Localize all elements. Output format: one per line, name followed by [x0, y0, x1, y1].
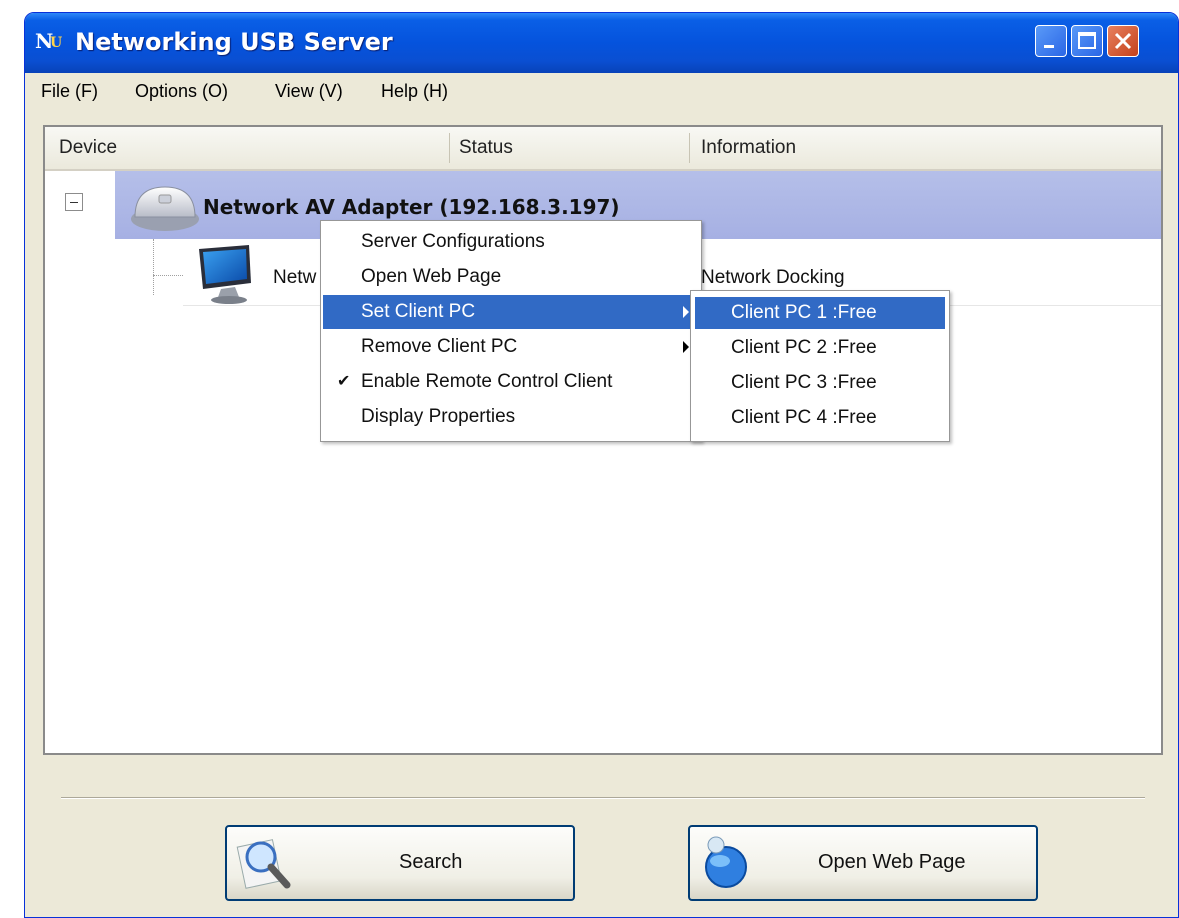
title-bar[interactable]: N U Networking USB Server — [25, 13, 1178, 73]
submenu-arrow-icon — [683, 306, 689, 318]
search-icon — [236, 839, 291, 889]
minimize-button[interactable] — [1035, 25, 1067, 57]
menu-item-remove-client-pc[interactable]: Remove Client PC — [323, 330, 699, 364]
search-button-label: Search — [399, 851, 463, 873]
adapter-label: Network AV Adapter (192.168.3.197) — [203, 195, 620, 219]
column-divider[interactable] — [689, 133, 690, 163]
search-button[interactable]: Search — [225, 825, 575, 901]
menu-item-enable-remote-control-client[interactable]: ✔ Enable Remote Control Client — [323, 365, 699, 399]
minimize-icon — [1044, 45, 1054, 48]
submenu-item-client-pc-3[interactable]: Client PC 3 :Free — [695, 367, 945, 399]
menu-item-open-web-page[interactable]: Open Web Page — [323, 260, 699, 294]
menu-item-set-client-pc[interactable]: Set Client PC — [323, 295, 699, 329]
tree-line — [153, 239, 155, 295]
column-header-device[interactable]: Device — [49, 127, 449, 169]
list-header: Device Status Information — [45, 127, 1161, 171]
sub-device-information: Network Docking — [701, 267, 845, 288]
menu-help[interactable]: Help (H) — [381, 81, 448, 102]
menu-view[interactable]: View (V) — [275, 81, 343, 102]
monitor-icon — [199, 245, 251, 304]
collapse-toggle-icon[interactable] — [65, 193, 83, 211]
app-window: N U Networking USB Server File (F) Optio… — [24, 12, 1179, 918]
open-web-page-button-label: Open Web Page — [818, 851, 966, 873]
menu-options[interactable]: Options (O) — [135, 81, 228, 102]
tree-line — [153, 275, 183, 277]
menu-item-label: Set Client PC — [361, 301, 476, 322]
menu-item-server-configurations[interactable]: Server Configurations — [323, 225, 699, 259]
app-logo-icon: N U — [35, 29, 69, 55]
column-header-status[interactable]: Status — [449, 127, 689, 169]
open-web-page-button[interactable]: Open Web Page — [688, 825, 1038, 901]
checkmark-icon: ✔ — [337, 373, 351, 390]
sub-device-name: Netw — [273, 267, 317, 288]
context-menu: Server Configurations Open Web Page Set … — [320, 220, 702, 442]
usb-adapter-icon — [131, 186, 199, 231]
window-title: Networking USB Server — [75, 28, 393, 56]
column-header-information[interactable]: Information — [691, 127, 1161, 169]
maximize-icon — [1078, 32, 1096, 49]
submenu-item-client-pc-4[interactable]: Client PC 4 :Free — [695, 402, 945, 434]
maximize-button[interactable] — [1071, 25, 1103, 57]
submenu-item-client-pc-1[interactable]: Client PC 1 :Free — [695, 297, 945, 329]
globe-icon — [705, 836, 747, 888]
submenu-item-client-pc-2[interactable]: Client PC 2 :Free — [695, 332, 945, 364]
close-icon — [1114, 32, 1132, 50]
menu-bar: File (F) Options (O) View (V) Help (H) — [25, 73, 1178, 109]
bottom-separator — [61, 797, 1145, 799]
menu-item-display-properties[interactable]: Display Properties — [323, 400, 699, 434]
submenu-arrow-icon — [683, 341, 689, 353]
menu-file[interactable]: File (F) — [41, 81, 98, 102]
menu-item-label: Display Properties — [361, 406, 516, 427]
menu-item-label: Remove Client PC — [361, 336, 518, 357]
menu-item-label: Open Web Page — [361, 266, 502, 287]
menu-item-label: Server Configurations — [361, 231, 545, 252]
client-pc-submenu: Client PC 1 :Free Client PC 2 :Free Clie… — [690, 290, 950, 442]
logo-letter-u: U — [50, 35, 63, 51]
close-button[interactable] — [1107, 25, 1139, 57]
menu-item-label: Enable Remote Control Client — [361, 371, 613, 392]
